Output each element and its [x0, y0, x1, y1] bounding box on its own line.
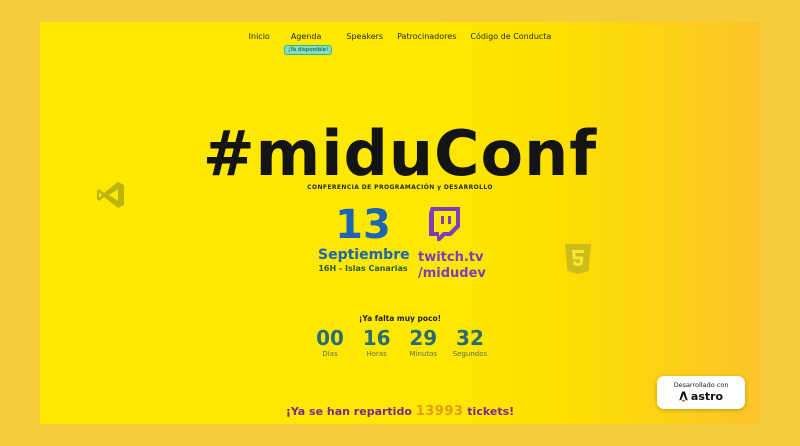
nav-label: Código de Conducta [470, 32, 552, 41]
countdown-unit-label: Segundos [452, 350, 488, 358]
built-with-astro-badge[interactable]: Desarrollado con astro [657, 376, 745, 409]
countdown-unit-label: Minutos [409, 350, 438, 358]
countdown-hours: 16 Horas [357, 326, 397, 358]
nav-label: Inicio [248, 32, 270, 41]
tickets-counter: ¡Ya se han repartido 13993 tickets! [40, 404, 760, 419]
event-day: 13 [335, 202, 391, 248]
nav-label: Speakers [346, 32, 384, 41]
event-date: 13 Septiembre 16H - Islas Canarias [318, 202, 410, 273]
twitch-url-line1: twitch.tv [418, 250, 484, 265]
main-nav: Inicio Agenda ¡Ya disponible! Speakers P… [40, 32, 760, 55]
countdown-value: 00 [316, 326, 344, 350]
page-title: #miduConf [202, 117, 598, 190]
countdown-seconds: 32 Segundos [450, 326, 490, 358]
nav-item-speakers[interactable]: Speakers [339, 32, 390, 41]
astro-brand-label: astro [690, 390, 724, 403]
twitch-icon [429, 207, 460, 241]
agenda-available-badge: ¡Ya disponible! [283, 45, 333, 55]
nav-item-agenda[interactable]: Agenda ¡Ya disponible! [277, 32, 340, 55]
countdown-label: ¡Ya falta muy poco! [358, 314, 442, 323]
tickets-prefix: ¡Ya se han repartido [285, 405, 412, 418]
astro-icon [679, 391, 688, 402]
nav-label: Patrocinadores [397, 32, 457, 41]
page-subtitle: CONFERENCIA DE PROGRAMACIÓN y DESARROLLO [307, 184, 493, 191]
tickets-suffix: tickets! [467, 405, 515, 418]
nav-label: Agenda [290, 32, 322, 41]
twitch-url-line2: /midudev [418, 266, 486, 281]
tickets-count: 13993 [415, 404, 464, 419]
countdown-minutes: 29 Minutos [403, 326, 443, 358]
countdown-unit-label: Horas [366, 350, 387, 358]
astro-brand: astro [657, 390, 745, 403]
nav-item-patrocinadores[interactable]: Patrocinadores [390, 32, 463, 41]
nav-item-codigo-conducta[interactable]: Código de Conducta [463, 32, 558, 41]
page-frame: Inicio Agenda ¡Ya disponible! Speakers P… [40, 22, 760, 424]
countdown-value: 32 [456, 326, 484, 350]
countdown-value: 29 [409, 326, 438, 350]
countdown: 00 Días 16 Horas 29 Minutos 32 Segundos [310, 326, 490, 358]
event-month: Septiembre [318, 247, 410, 263]
countdown-value: 16 [362, 326, 391, 350]
countdown-days: 00 Días [310, 326, 350, 358]
countdown-unit-label: Días [322, 350, 338, 358]
html5-icon [565, 244, 591, 274]
nav-item-inicio[interactable]: Inicio [242, 32, 277, 41]
astro-badge-caption: Desarrollado con [673, 381, 729, 389]
event-time: 16H - Islas Canarias [318, 264, 408, 273]
twitch-link[interactable]: twitch.tv /midudev [418, 206, 488, 282]
